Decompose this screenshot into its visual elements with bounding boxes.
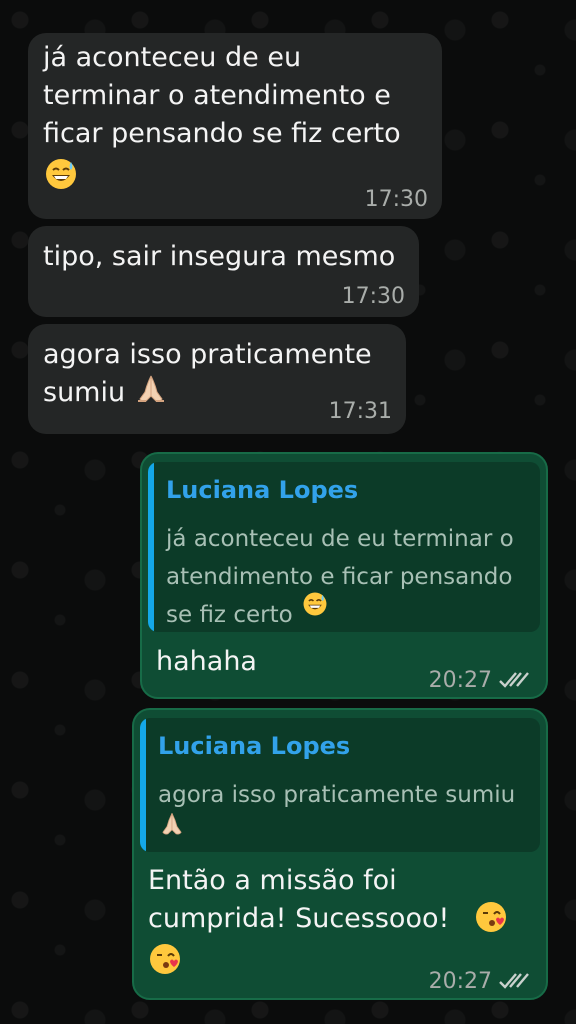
message-text: hahaha <box>156 646 257 677</box>
message-time: 17:30 <box>364 187 428 212</box>
message-time: 17:31 <box>328 399 392 424</box>
message-text: tipo, sair insegura mesmo <box>43 241 396 272</box>
double-check-read-icon <box>498 670 530 694</box>
kiss-emoji-icon <box>148 942 182 980</box>
folded-hands-emoji-icon <box>158 810 186 842</box>
quote-author: Luciana Lopes <box>166 476 359 504</box>
outgoing-message[interactable]: Luciana Lopes já aconteceu de eu termina… <box>140 452 548 699</box>
sweat-smile-emoji-icon <box>302 591 328 621</box>
message-time: 20:27 <box>428 969 492 994</box>
sweat-smile-emoji-icon <box>44 157 78 195</box>
double-check-read-icon <box>498 971 530 995</box>
quoted-message[interactable]: Luciana Lopes agora isso praticamente su… <box>140 718 540 852</box>
quote-author: Luciana Lopes <box>158 732 351 760</box>
incoming-message[interactable]: já aconteceu de eu terminar o atendiment… <box>28 33 442 219</box>
folded-hands-emoji-icon <box>134 372 168 410</box>
incoming-message[interactable]: agora isso praticamente sumiu 17:31 <box>28 324 406 434</box>
outgoing-message[interactable]: Luciana Lopes agora isso praticamente su… <box>132 708 548 1000</box>
kiss-emoji-icon <box>474 900 508 938</box>
quote-text: agora isso praticamente sumiu <box>158 782 516 808</box>
message-text: agora isso praticamente sumiu <box>43 339 372 408</box>
message-text: já aconteceu de eu terminar o atendiment… <box>43 42 401 149</box>
chat-background: já aconteceu de eu terminar o atendiment… <box>0 0 576 1024</box>
message-time: 20:27 <box>428 668 492 693</box>
message-time: 17:30 <box>341 284 405 309</box>
quoted-message[interactable]: Luciana Lopes já aconteceu de eu termina… <box>148 462 540 632</box>
quote-text: já aconteceu de eu terminar o atendiment… <box>166 526 514 628</box>
message-text: Então a missão foi cumprida! Sucessooo! <box>148 865 450 934</box>
incoming-message[interactable]: tipo, sair insegura mesmo 17:30 <box>28 226 419 317</box>
